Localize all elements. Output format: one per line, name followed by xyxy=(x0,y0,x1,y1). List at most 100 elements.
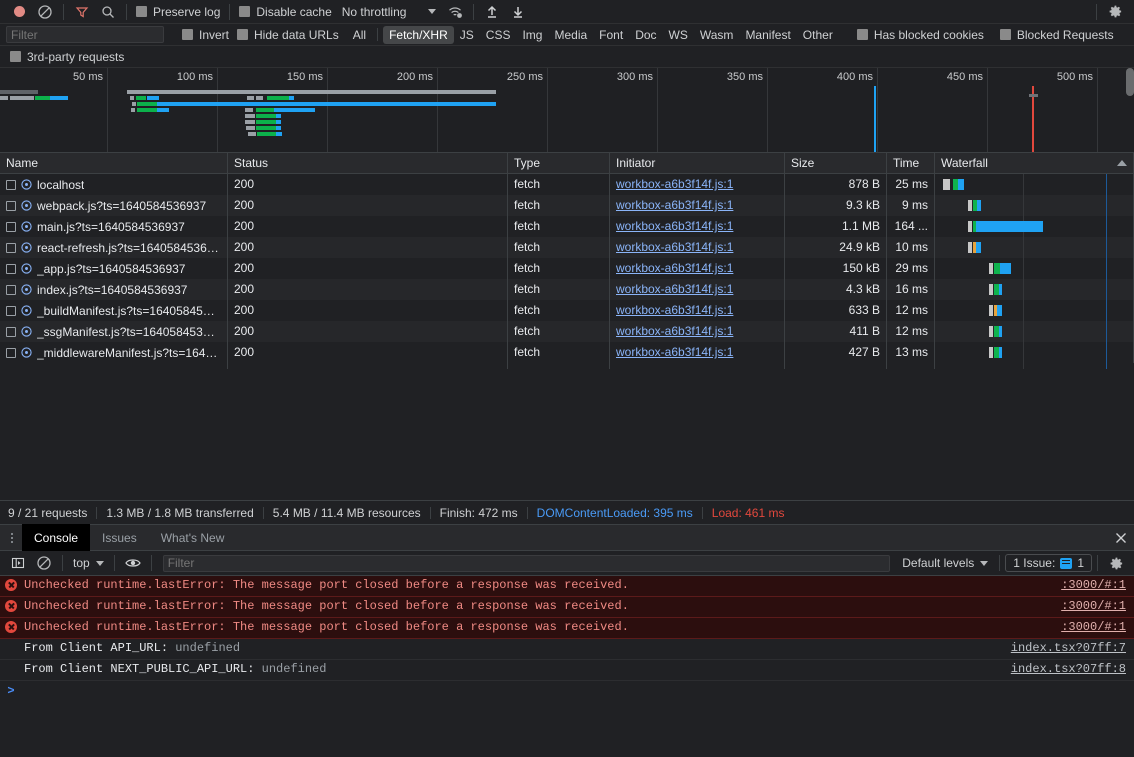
overview-scrollbar[interactable] xyxy=(1126,68,1134,96)
column-header-status[interactable]: Status xyxy=(228,153,508,173)
table-row[interactable]: _buildManifest.js?ts=1640584536... 200 fet… xyxy=(0,300,1134,321)
console-error-message[interactable]: Unchecked runtime.lastError: The message… xyxy=(0,576,1134,597)
row-checkbox[interactable] xyxy=(6,305,16,316)
has-blocked-cookies-checkbox[interactable]: Has blocked cookies xyxy=(853,24,988,46)
column-header-initiator[interactable]: Initiator xyxy=(610,153,785,173)
row-checkbox[interactable] xyxy=(6,263,16,274)
type-filter-other[interactable]: Other xyxy=(797,26,839,44)
column-header-name[interactable]: Name xyxy=(0,153,228,173)
execution-context-dropdown[interactable]: top xyxy=(68,556,109,570)
filter-toggle-button[interactable] xyxy=(69,1,95,23)
initiator-link[interactable]: workbox-a6b3f14f.js:1 xyxy=(616,345,733,359)
initiator-link[interactable]: workbox-a6b3f14f.js:1 xyxy=(616,324,733,338)
message-source-link[interactable]: :3000/#:1 xyxy=(1061,620,1134,634)
table-row[interactable]: index.js?ts=1640584536937 200 fetch workbox… xyxy=(0,279,1134,300)
tab-issues[interactable]: Issues xyxy=(90,524,149,551)
type-filter-js[interactable]: JS xyxy=(454,26,480,44)
cell-name[interactable]: index.js?ts=1640584536937 xyxy=(0,279,228,300)
initiator-link[interactable]: workbox-a6b3f14f.js:1 xyxy=(616,282,733,296)
tab-whats-new[interactable]: What's New xyxy=(149,524,237,551)
row-checkbox[interactable] xyxy=(6,326,16,337)
table-row[interactable]: react-refresh.js?ts=1640584536937 200 fetc… xyxy=(0,237,1134,258)
cell-name[interactable]: main.js?ts=1640584536937 xyxy=(0,216,228,237)
blocked-requests-checkbox[interactable]: Blocked Requests xyxy=(996,24,1118,46)
close-drawer-button[interactable] xyxy=(1108,526,1134,550)
console-error-message[interactable]: Unchecked runtime.lastError: The message… xyxy=(0,618,1134,639)
type-filter-img[interactable]: Img xyxy=(516,26,548,44)
invert-checkbox[interactable]: Invert xyxy=(178,24,233,46)
message-source-link[interactable]: index.tsx?07ff:7 xyxy=(1011,641,1134,655)
clear-console-button[interactable] xyxy=(31,552,57,574)
network-conditions-button[interactable] xyxy=(442,1,468,23)
row-checkbox[interactable] xyxy=(6,347,16,358)
type-filter-ws[interactable]: WS xyxy=(663,26,694,44)
message-source-link[interactable]: index.tsx?07ff:8 xyxy=(1011,662,1134,676)
type-filter-font[interactable]: Font xyxy=(593,26,629,44)
row-checkbox[interactable] xyxy=(6,200,16,211)
initiator-link[interactable]: workbox-a6b3f14f.js:1 xyxy=(616,198,733,212)
message-source-link[interactable]: :3000/#:1 xyxy=(1061,578,1134,592)
table-row[interactable]: main.js?ts=1640584536937 200 fetch workbox-… xyxy=(0,216,1134,237)
type-filter-doc[interactable]: Doc xyxy=(629,26,662,44)
cell-name[interactable]: _middlewareManifest.js?ts=16405... xyxy=(0,342,228,363)
cell-waterfall xyxy=(935,321,1134,342)
export-har-button[interactable] xyxy=(505,1,531,23)
issues-counter-button[interactable]: 1 Issue: 1 xyxy=(1005,554,1092,572)
record-button[interactable] xyxy=(6,1,32,23)
cell-name[interactable]: _app.js?ts=1640584536937 xyxy=(0,258,228,279)
console-input[interactable] xyxy=(22,684,1134,700)
tab-console[interactable]: Console xyxy=(22,524,91,551)
filter-input[interactable] xyxy=(6,26,164,43)
initiator-link[interactable]: workbox-a6b3f14f.js:1 xyxy=(616,219,733,233)
third-party-requests-checkbox[interactable]: 3rd-party requests xyxy=(6,46,128,68)
import-har-button[interactable] xyxy=(479,1,505,23)
table-row[interactable]: localhost 200 fetch workbox-a6b3f14f.js:1 87… xyxy=(0,174,1134,195)
initiator-link[interactable]: workbox-a6b3f14f.js:1 xyxy=(616,177,733,191)
cell-name[interactable]: localhost xyxy=(0,174,228,195)
console-prompt[interactable]: > xyxy=(0,681,1134,703)
disable-cache-checkbox[interactable]: Disable cache xyxy=(235,1,335,23)
console-log-message[interactable]: From Client NEXT_PUBLIC_API_URL: undefin… xyxy=(0,660,1134,681)
initiator-link[interactable]: workbox-a6b3f14f.js:1 xyxy=(616,303,733,317)
console-settings-button[interactable] xyxy=(1103,552,1129,574)
type-filter-fetch-xhr[interactable]: Fetch/XHR xyxy=(383,25,454,44)
console-error-message[interactable]: Unchecked runtime.lastError: The message… xyxy=(0,597,1134,618)
clear-button[interactable] xyxy=(32,1,58,23)
network-overview-timeline[interactable]: 50 ms 100 ms 150 ms 200 ms 250 ms 300 ms 350 m… xyxy=(0,68,1134,153)
cell-name[interactable]: _ssgManifest.js?ts=1640584536937 xyxy=(0,321,228,342)
cell-name[interactable]: react-refresh.js?ts=1640584536937 xyxy=(0,237,228,258)
type-filter-all[interactable]: All xyxy=(347,26,372,44)
type-filter-css[interactable]: CSS xyxy=(480,26,517,44)
row-checkbox[interactable] xyxy=(6,242,16,253)
message-source-link[interactable]: :3000/#:1 xyxy=(1061,599,1134,613)
type-filter-wasm[interactable]: Wasm xyxy=(694,26,740,44)
initiator-link[interactable]: workbox-a6b3f14f.js:1 xyxy=(616,240,733,254)
type-filter-media[interactable]: Media xyxy=(548,26,593,44)
type-filter-manifest[interactable]: Manifest xyxy=(739,26,796,44)
console-log-message[interactable]: From Client API_URL: undefined index.tsx?… xyxy=(0,639,1134,660)
hide-data-urls-checkbox[interactable]: Hide data URLs xyxy=(233,24,343,46)
table-row[interactable]: webpack.js?ts=1640584536937 200 fetch workb… xyxy=(0,195,1134,216)
preserve-log-checkbox[interactable]: Preserve log xyxy=(132,1,224,23)
cell-name[interactable]: _buildManifest.js?ts=1640584536... xyxy=(0,300,228,321)
table-row[interactable]: _ssgManifest.js?ts=1640584536937 200 fetch… xyxy=(0,321,1134,342)
console-filter-input[interactable] xyxy=(162,554,891,572)
console-sidebar-button[interactable] xyxy=(5,552,31,574)
devtools-settings-button[interactable] xyxy=(1102,1,1128,23)
table-row[interactable]: _app.js?ts=1640584536937 200 fetch workbox-… xyxy=(0,258,1134,279)
log-levels-dropdown[interactable]: Default levels xyxy=(896,556,994,570)
column-header-type[interactable]: Type xyxy=(508,153,610,173)
cell-name[interactable]: webpack.js?ts=1640584536937 xyxy=(0,195,228,216)
column-header-waterfall[interactable]: Waterfall xyxy=(935,153,1134,173)
throttling-dropdown[interactable]: No throttling xyxy=(336,1,443,23)
row-checkbox[interactable] xyxy=(6,179,16,190)
column-header-time[interactable]: Time xyxy=(887,153,935,173)
live-expression-button[interactable] xyxy=(120,552,146,574)
initiator-link[interactable]: workbox-a6b3f14f.js:1 xyxy=(616,261,733,275)
row-checkbox[interactable] xyxy=(6,221,16,232)
search-button[interactable] xyxy=(95,1,121,23)
column-header-size[interactable]: Size xyxy=(785,153,887,173)
drawer-more-tabs-button[interactable] xyxy=(2,532,22,543)
row-checkbox[interactable] xyxy=(6,284,16,295)
table-row[interactable]: _middlewareManifest.js?ts=16405... 200 fet… xyxy=(0,342,1134,363)
